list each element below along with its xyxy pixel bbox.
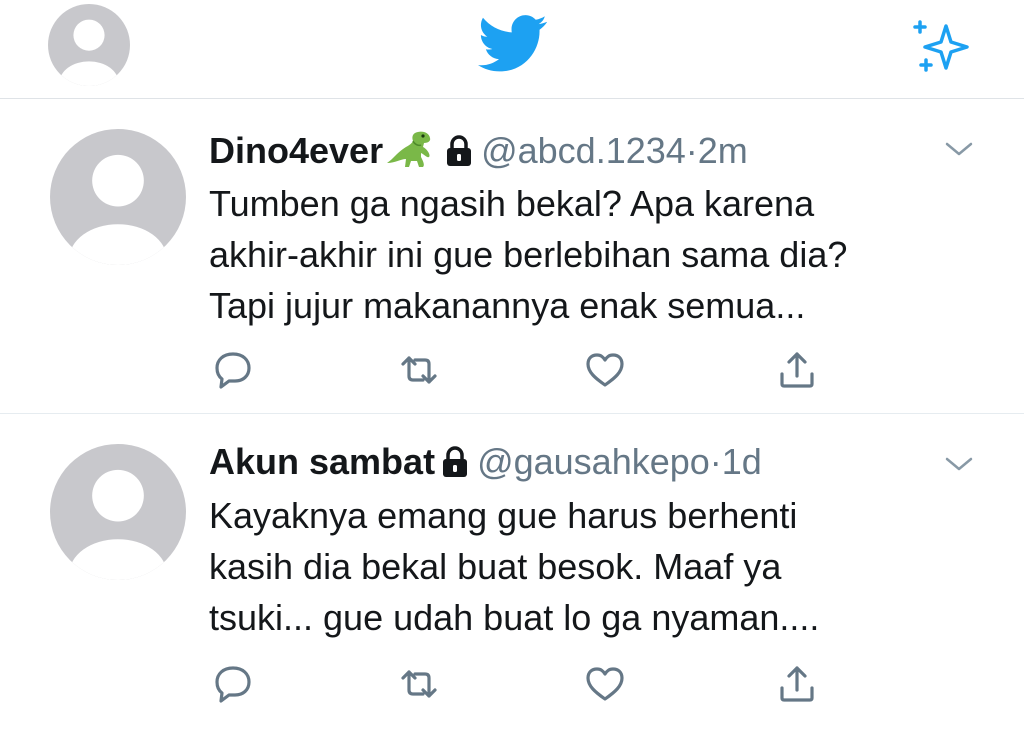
top-nav-bar	[0, 0, 1024, 99]
avatar[interactable]	[50, 444, 186, 580]
reply-icon[interactable]	[211, 348, 255, 392]
user-handle[interactable]: @abcd.1234	[481, 130, 686, 171]
retweet-icon[interactable]	[397, 662, 441, 706]
chevron-down-icon[interactable]	[944, 139, 974, 159]
separator-dot: ·	[685, 130, 698, 171]
avatar[interactable]	[50, 129, 186, 265]
tweet-header: Dino4ever @abcd.1234·2m	[209, 129, 748, 177]
reply-icon[interactable]	[211, 662, 255, 706]
user-handle[interactable]: @gausahkepo	[477, 441, 710, 482]
like-icon[interactable]	[583, 348, 627, 392]
chevron-down-icon[interactable]	[944, 454, 974, 474]
display-name[interactable]: Dino4ever	[209, 130, 383, 171]
lock-icon	[441, 446, 469, 486]
profile-avatar-icon[interactable]	[48, 4, 130, 86]
lock-icon	[445, 135, 473, 175]
tweet-text: Tumben ga ngasih bekal? Apa karena akhir…	[209, 178, 999, 331]
twitter-bird-icon[interactable]	[478, 14, 548, 74]
tweet[interactable]: Akun sambat @gausahkepo·1d Kayaknya eman…	[0, 414, 1024, 730]
sparkle-icon[interactable]	[910, 18, 972, 74]
tweet-text-line: Tapi jujur makanannya enak semua...	[209, 285, 806, 326]
timestamp[interactable]: 2m	[698, 130, 748, 171]
retweet-icon[interactable]	[397, 348, 441, 392]
share-icon[interactable]	[775, 348, 819, 392]
like-icon[interactable]	[583, 662, 627, 706]
tweet-text: Kayaknya emang gue harus berhenti kasih …	[209, 490, 999, 643]
tweet-text-line: akhir-akhir ini gue berlebihan sama dia?	[209, 234, 848, 275]
share-icon[interactable]	[775, 662, 819, 706]
dinosaur-emoji-icon	[385, 129, 439, 177]
tweet-text-line: Kayaknya emang gue harus berhenti	[209, 495, 798, 536]
timestamp[interactable]: 1d	[722, 441, 762, 482]
display-name[interactable]: Akun sambat	[209, 441, 435, 482]
tweet-text-line: tsuki... gue udah buat lo ga nyaman....	[209, 597, 820, 638]
separator-dot: ·	[709, 441, 722, 482]
tweet-header: Akun sambat @gausahkepo·1d	[209, 442, 762, 486]
tweet-text-line: kasih dia bekal buat besok. Maaf ya	[209, 546, 782, 587]
tweet[interactable]: Dino4ever @abcd.1234·2m Tumben ga ngasih…	[0, 99, 1024, 414]
tweet-text-line: Tumben ga ngasih bekal? Apa karena	[209, 183, 815, 224]
